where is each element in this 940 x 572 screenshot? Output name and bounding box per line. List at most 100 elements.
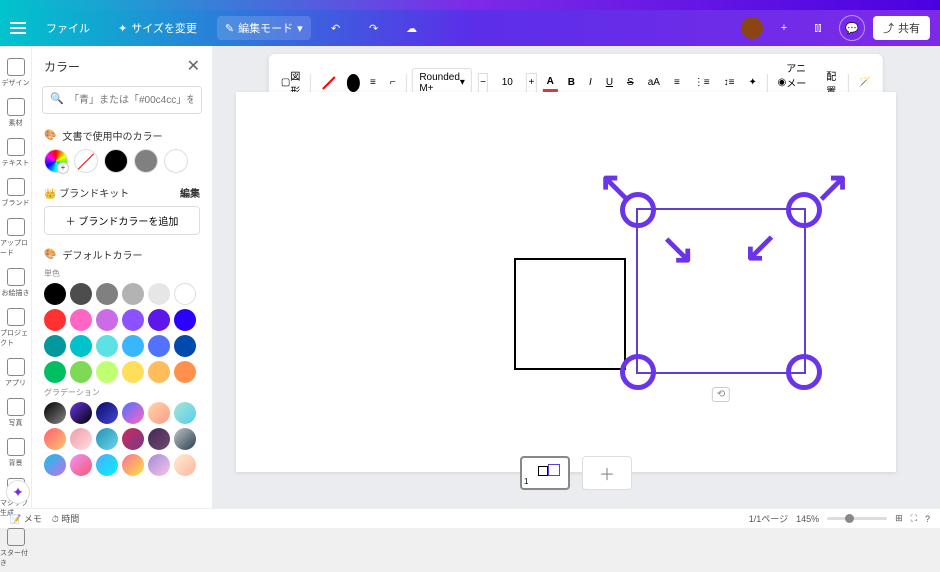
zoom-slider[interactable] xyxy=(827,517,887,520)
redo-icon[interactable]: ↷ xyxy=(361,15,387,41)
underline-button[interactable]: U xyxy=(602,75,617,90)
color-swatch[interactable] xyxy=(70,283,92,305)
gradient-swatch[interactable] xyxy=(174,454,196,476)
color-swatch[interactable] xyxy=(148,335,170,357)
gradient-swatch[interactable] xyxy=(96,428,118,450)
color-swatch[interactable] xyxy=(70,361,92,383)
align-button[interactable]: ≡ xyxy=(670,75,684,90)
color-swatch[interactable] xyxy=(122,335,144,357)
edit-brand-link[interactable]: 編集 xyxy=(180,185,200,200)
menu-edit-mode[interactable]: ✎ 編集モード ▾ xyxy=(217,16,311,40)
rail-item[interactable]: 素材 xyxy=(0,94,31,132)
color-swatch[interactable] xyxy=(44,309,66,331)
gradient-swatch[interactable] xyxy=(174,428,196,450)
font-size-minus[interactable]: − xyxy=(478,73,488,93)
rail-item[interactable]: 背景 xyxy=(0,434,31,472)
gradient-swatch[interactable] xyxy=(70,402,92,424)
rail-item[interactable]: スター付き xyxy=(0,524,31,572)
border-style[interactable]: ≡ xyxy=(366,75,380,90)
color-swatch[interactable] xyxy=(122,283,144,305)
design-canvas[interactable]: ↖ ↘ ↗ ↙ ⟲ xyxy=(236,92,896,472)
gradient-swatch[interactable] xyxy=(70,428,92,450)
color-swatch[interactable] xyxy=(96,283,118,305)
color-swatch[interactable] xyxy=(164,149,188,173)
fill-color[interactable] xyxy=(347,74,360,92)
comment-icon[interactable]: 💬 xyxy=(839,15,865,41)
hamburger-icon[interactable] xyxy=(10,22,26,34)
bold-button[interactable]: B xyxy=(564,75,579,90)
gradient-swatch[interactable] xyxy=(174,402,196,424)
analytics-icon[interactable]: ⫾⫾ xyxy=(805,15,831,41)
magic-fab-button[interactable]: ✦ xyxy=(6,480,30,504)
fullscreen-icon[interactable]: ⛶ xyxy=(911,513,917,524)
color-swatch[interactable] xyxy=(174,283,196,305)
effects-button[interactable]: ✦ xyxy=(744,75,760,90)
add-page-button[interactable]: ＋ xyxy=(582,456,632,490)
color-swatch[interactable] xyxy=(44,361,66,383)
rotate-handle[interactable]: ⟲ xyxy=(712,387,730,402)
strike-button[interactable]: S xyxy=(623,75,638,90)
rail-item[interactable]: デザイン xyxy=(0,54,31,92)
undo-icon[interactable]: ↶ xyxy=(323,15,349,41)
more-icon[interactable]: 🪄 xyxy=(855,75,875,90)
help-icon[interactable]: ? xyxy=(925,514,930,524)
color-swatch[interactable] xyxy=(96,335,118,357)
menu-file[interactable]: ファイル xyxy=(38,16,98,40)
gradient-swatch[interactable] xyxy=(148,428,170,450)
resize-handle-br[interactable] xyxy=(786,354,822,390)
color-swatch[interactable] xyxy=(44,335,66,357)
color-swatch[interactable] xyxy=(174,309,196,331)
page-thumbnail[interactable]: 1 xyxy=(520,456,570,490)
share-button[interactable]: ⤴ 共有 xyxy=(873,16,930,40)
gradient-swatch[interactable] xyxy=(122,428,144,450)
color-swatch[interactable] xyxy=(148,309,170,331)
menu-resize[interactable]: ✦ サイズを変更 xyxy=(110,16,205,40)
list-button[interactable]: ⋮≡ xyxy=(690,75,714,90)
close-icon[interactable]: ✕ xyxy=(187,56,200,76)
gradient-swatch[interactable] xyxy=(96,454,118,476)
rail-item[interactable]: アップロード xyxy=(0,214,31,262)
add-brand-color-button[interactable]: ＋ ブランドカラーを追加 xyxy=(44,206,200,235)
rail-item[interactable]: アプリ xyxy=(0,354,31,392)
no-color-swatch[interactable] xyxy=(74,149,98,173)
gradient-swatch[interactable] xyxy=(96,402,118,424)
rail-item[interactable]: ブランド xyxy=(0,174,31,212)
rail-item[interactable]: お絵描き xyxy=(0,264,31,302)
color-swatch[interactable] xyxy=(44,283,66,305)
gradient-swatch[interactable] xyxy=(44,402,66,424)
color-swatch[interactable] xyxy=(134,149,158,173)
rail-item[interactable]: 写真 xyxy=(0,394,31,432)
rail-item[interactable]: テキスト xyxy=(0,134,31,172)
text-color[interactable]: A xyxy=(543,74,558,92)
gradient-swatch[interactable] xyxy=(148,454,170,476)
font-size-input[interactable] xyxy=(494,77,520,88)
color-swatch[interactable] xyxy=(104,149,128,173)
italic-button[interactable]: I xyxy=(585,75,596,90)
color-swatch[interactable] xyxy=(96,309,118,331)
rectangle-shape-1[interactable] xyxy=(514,258,626,370)
rail-item[interactable]: プロジェクト xyxy=(0,304,31,352)
gradient-swatch[interactable] xyxy=(148,402,170,424)
color-search-input[interactable] xyxy=(42,86,202,114)
color-swatch[interactable] xyxy=(70,309,92,331)
page-indicator[interactable]: 1/1ページ xyxy=(749,512,788,525)
color-swatch[interactable] xyxy=(70,335,92,357)
gradient-swatch[interactable] xyxy=(122,454,144,476)
color-swatch[interactable] xyxy=(148,283,170,305)
gradient-swatch[interactable] xyxy=(44,428,66,450)
color-swatch[interactable] xyxy=(122,309,144,331)
color-swatch[interactable] xyxy=(174,361,196,383)
add-color-swatch[interactable] xyxy=(44,149,68,173)
spacing-button[interactable]: ↕≡ xyxy=(720,75,739,90)
color-swatch[interactable] xyxy=(122,361,144,383)
cloud-sync-icon[interactable]: ☁ xyxy=(399,15,425,41)
gradient-swatch[interactable] xyxy=(70,454,92,476)
font-size-plus[interactable]: + xyxy=(526,73,536,93)
color-swatch[interactable] xyxy=(174,335,196,357)
color-swatch[interactable] xyxy=(96,361,118,383)
plus-icon[interactable]: + xyxy=(771,15,797,41)
case-button[interactable]: aA xyxy=(644,75,664,90)
corner-radius[interactable]: ⌐ xyxy=(386,75,400,90)
resize-handle-bl[interactable] xyxy=(620,354,656,390)
color-swatch[interactable] xyxy=(148,361,170,383)
